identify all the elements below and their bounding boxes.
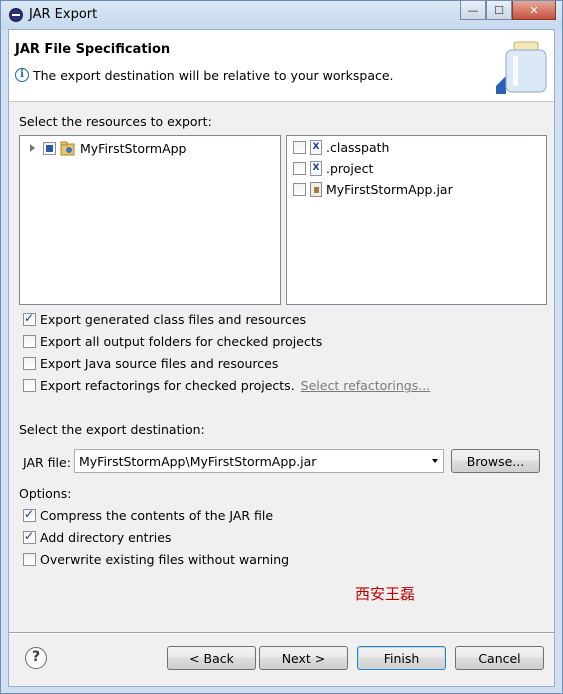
resources-label: Select the resources to export:	[19, 114, 212, 129]
option-label: Export all output folders for checked pr…	[40, 334, 323, 349]
expand-arrow-icon[interactable]	[30, 144, 35, 152]
checkbox[interactable]	[23, 335, 36, 348]
eclipse-icon	[9, 8, 23, 22]
option-label: Export generated class files and resourc…	[40, 312, 307, 327]
checkbox[interactable]	[23, 553, 36, 566]
close-button[interactable]: ✕	[512, 1, 556, 20]
checkbox[interactable]	[23, 311, 36, 326]
jar-icon	[496, 41, 547, 94]
title-bar[interactable]: JAR Export — ☐ ✕	[1, 1, 562, 29]
file-label: MyFirstStormApp.jar	[326, 182, 453, 197]
browse-button[interactable]: Browse...	[451, 449, 540, 473]
footer-separator	[9, 632, 554, 634]
jar-file-combo[interactable]: MyFirstStormApp\MyFirstStormApp.jar	[74, 449, 444, 473]
jar-file-label: JAR file:	[23, 455, 71, 470]
option-label: Add directory entries	[40, 530, 172, 545]
jar-file-value: MyFirstStormApp\MyFirstStormApp.jar	[79, 453, 317, 469]
option-label: Overwrite existing files without warning	[40, 552, 290, 567]
x-file-icon: X	[310, 161, 322, 176]
file-checkbox[interactable]	[293, 162, 306, 175]
page-title: JAR File Specification	[15, 42, 171, 57]
tree-item-myfirststormapp[interactable]: MyFirstStormApp	[30, 140, 187, 156]
header-message: The export destination will be relative …	[33, 68, 394, 83]
option-add-directory-entries[interactable]: Add directory entries	[23, 529, 172, 545]
tree-item-checkbox[interactable]	[43, 141, 56, 155]
destination-label: Select the export destination:	[19, 422, 205, 437]
wizard-header: JAR File Specification i The export dest…	[9, 30, 554, 102]
minimize-button[interactable]: —	[460, 1, 486, 20]
option-export-java-source[interactable]: Export Java source files and resources	[23, 356, 278, 371]
option-export-refactorings[interactable]: Export refactorings for checked projects…	[23, 378, 430, 393]
info-icon: i	[15, 68, 29, 82]
window-title: JAR Export	[29, 7, 98, 22]
list-item[interactable]: X .project	[293, 161, 373, 176]
java-project-icon	[60, 141, 75, 156]
maximize-button[interactable]: ☐	[486, 1, 512, 20]
file-checkbox[interactable]	[293, 183, 306, 196]
option-compress[interactable]: Compress the contents of the JAR file	[23, 507, 274, 523]
option-label: Compress the contents of the JAR file	[40, 508, 274, 523]
checkbox[interactable]	[23, 507, 36, 522]
next-button[interactable]: Next >	[259, 646, 348, 670]
option-label: Export refactorings for checked projects…	[40, 378, 295, 393]
option-export-class-files[interactable]: Export generated class files and resourc…	[23, 311, 307, 327]
dropdown-arrow-icon[interactable]	[432, 459, 438, 463]
x-file-icon: X	[310, 140, 322, 155]
file-checkbox[interactable]	[293, 141, 306, 154]
help-icon[interactable]: ?	[25, 647, 47, 669]
dialog-body: JAR File Specification i The export dest…	[8, 29, 555, 687]
checkbox[interactable]	[23, 379, 36, 392]
list-item[interactable]: X .classpath	[293, 140, 389, 155]
finish-button[interactable]: Finish	[357, 646, 446, 670]
watermark-text: 西安王磊	[355, 585, 416, 603]
back-button[interactable]: < Back	[167, 646, 256, 670]
file-list[interactable]: X .classpath X .project MyFirstStormApp.…	[286, 135, 547, 305]
jar-export-window: JAR Export — ☐ ✕ JAR File Specification …	[0, 0, 563, 694]
window-controls: — ☐ ✕	[460, 1, 556, 21]
file-label: .classpath	[326, 140, 390, 155]
cancel-button[interactable]: Cancel	[455, 646, 544, 670]
option-export-output-folders[interactable]: Export all output folders for checked pr…	[23, 334, 322, 349]
tree-item-label: MyFirstStormApp	[80, 140, 187, 156]
list-item[interactable]: MyFirstStormApp.jar	[293, 182, 453, 197]
checkbox[interactable]	[23, 357, 36, 370]
options-label: Options:	[19, 486, 72, 501]
file-label: .project	[326, 161, 374, 176]
option-overwrite[interactable]: Overwrite existing files without warning	[23, 552, 289, 567]
resource-tree[interactable]: MyFirstStormApp	[19, 135, 281, 305]
jar-file-icon	[310, 182, 322, 197]
checkbox[interactable]	[23, 529, 36, 544]
select-refactorings-link[interactable]: Select refactorings...	[301, 378, 430, 393]
option-label: Export Java source files and resources	[40, 356, 279, 371]
